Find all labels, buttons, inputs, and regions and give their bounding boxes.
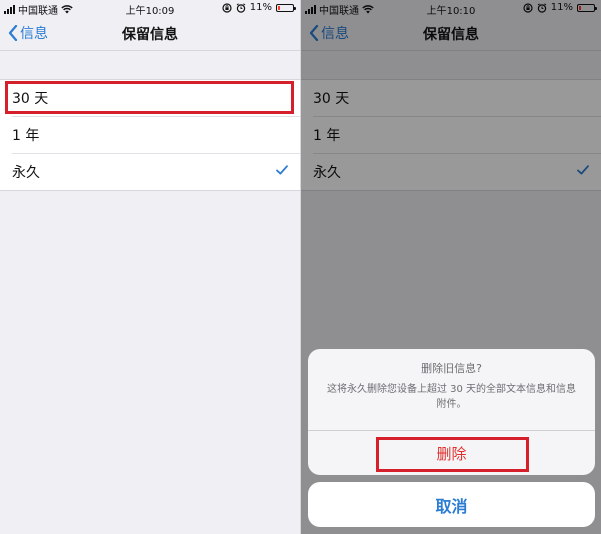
right-screen: 中国联通 上午10:10 11% 信息 保留信息 30 天 1 年 永久 删除旧… [301, 0, 601, 534]
battery-level [278, 5, 280, 10]
status-right: 11% [222, 2, 296, 13]
option-label: 永久 [12, 165, 40, 181]
alarm-icon [236, 2, 246, 13]
annotation-highlight-30-days [5, 81, 294, 114]
status-bar: 中国联通 上午10:09 11% [0, 0, 300, 17]
option-label: 1 年 [12, 128, 40, 144]
page-title: 保留信息 [122, 27, 178, 43]
navigation-bar: 信息 保留信息 [0, 17, 300, 51]
rotation-lock-icon [222, 2, 232, 13]
annotation-highlight-delete [376, 437, 529, 472]
checkmark-icon [276, 165, 288, 175]
left-screen: 中国联通 上午10:09 11% 信息 保留信息 30 天 1 年 永久 [0, 0, 300, 534]
option-1-year[interactable]: 1 年 [12, 116, 300, 153]
screenshot-composite: 中国联通 上午10:09 11% 信息 保留信息 30 天 1 年 永久 中国联… [0, 0, 601, 534]
battery-icon [276, 3, 296, 12]
cancel-button[interactable]: 取消 [308, 482, 595, 527]
battery-percent: 11% [249, 2, 272, 13]
alert-message: 这将永久删除您设备上超过 30 天的全部文本信息和信息附件。 [326, 384, 577, 410]
alert-title: 删除旧信息? [421, 362, 482, 375]
option-forever[interactable]: 永久 [12, 153, 300, 190]
